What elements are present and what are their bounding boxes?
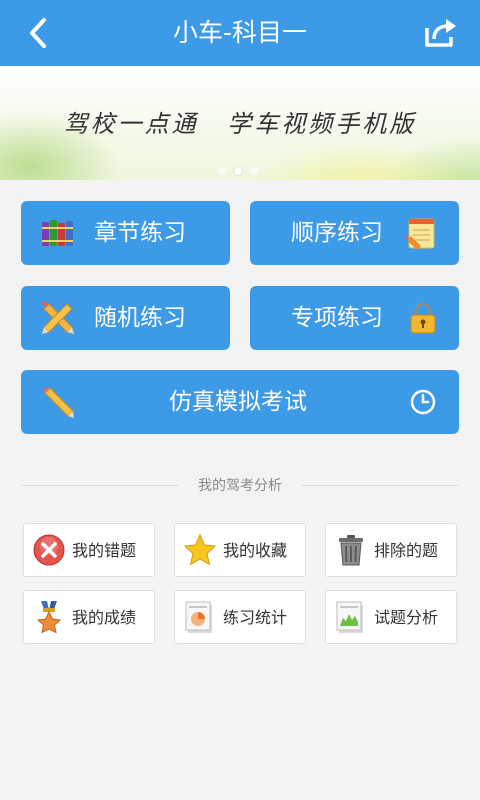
chapter-practice-label: 章节练习 (94, 220, 186, 246)
tile-label: 我的收藏 (223, 541, 288, 560)
my-favorites-tile[interactable]: 我的收藏 (174, 523, 306, 577)
tile-label: 我的成绩 (72, 608, 137, 627)
wrong-answers-icon (33, 534, 65, 566)
section-title: 我的驾考分析 (198, 478, 282, 494)
analysis-chart-icon (336, 601, 363, 633)
random-practice-label: 随机练习 (94, 305, 186, 331)
random-practice-button[interactable]: 随机练习 (21, 286, 230, 350)
special-practice-button[interactable]: 专项练习 (250, 286, 459, 350)
share-icon[interactable] (422, 16, 458, 50)
special-practice-label: 专项练习 (291, 305, 383, 331)
tile-label: 试题分析 (374, 608, 439, 627)
banner-slogan: 驾校一点通 学车视频手机版 (63, 110, 417, 138)
books-icon (42, 220, 73, 246)
notepad-pencil-icon (405, 218, 435, 250)
tile-label: 我的错题 (72, 541, 137, 560)
trash-can-icon (339, 535, 363, 566)
sequential-practice-label: 顺序练习 (291, 220, 383, 246)
star-icon (183, 533, 217, 566)
tile-label: 排除的题 (374, 541, 439, 560)
my-wrong-answers-tile[interactable]: 我的错题 (23, 523, 155, 577)
chapter-practice-button[interactable]: 章节练习 (21, 201, 230, 265)
mock-exam-label: 仿真模拟考试 (169, 389, 307, 415)
pencil-icon (43, 387, 74, 418)
title-bar: 小车-科目一 (0, 0, 480, 66)
tile-label: 练习统计 (223, 608, 288, 627)
section-divider-right (303, 485, 458, 486)
banner-dot[interactable] (218, 167, 226, 175)
page-title: 小车-科目一 (172, 18, 308, 47)
medal-icon (36, 601, 62, 634)
question-analysis-tile[interactable]: 试题分析 (325, 590, 457, 644)
sequential-practice-button[interactable]: 顺序练习 (250, 201, 459, 265)
banner-dot-active[interactable] (234, 167, 242, 175)
promo-banner[interactable]: 驾校一点通 学车视频手机版 (0, 66, 480, 180)
excluded-questions-tile[interactable]: 排除的题 (325, 523, 457, 577)
banner-dot[interactable] (250, 167, 258, 175)
crossed-pencils-icon (41, 301, 74, 334)
my-scores-tile[interactable]: 我的成绩 (23, 590, 155, 644)
practice-statistics-tile[interactable]: 练习统计 (174, 590, 306, 644)
banner-page-indicator (218, 167, 258, 177)
mock-exam-button[interactable]: 仿真模拟考试 (21, 370, 459, 434)
statistics-chart-icon (185, 601, 212, 633)
padlock-icon (410, 302, 436, 334)
clock-icon (410, 389, 436, 415)
